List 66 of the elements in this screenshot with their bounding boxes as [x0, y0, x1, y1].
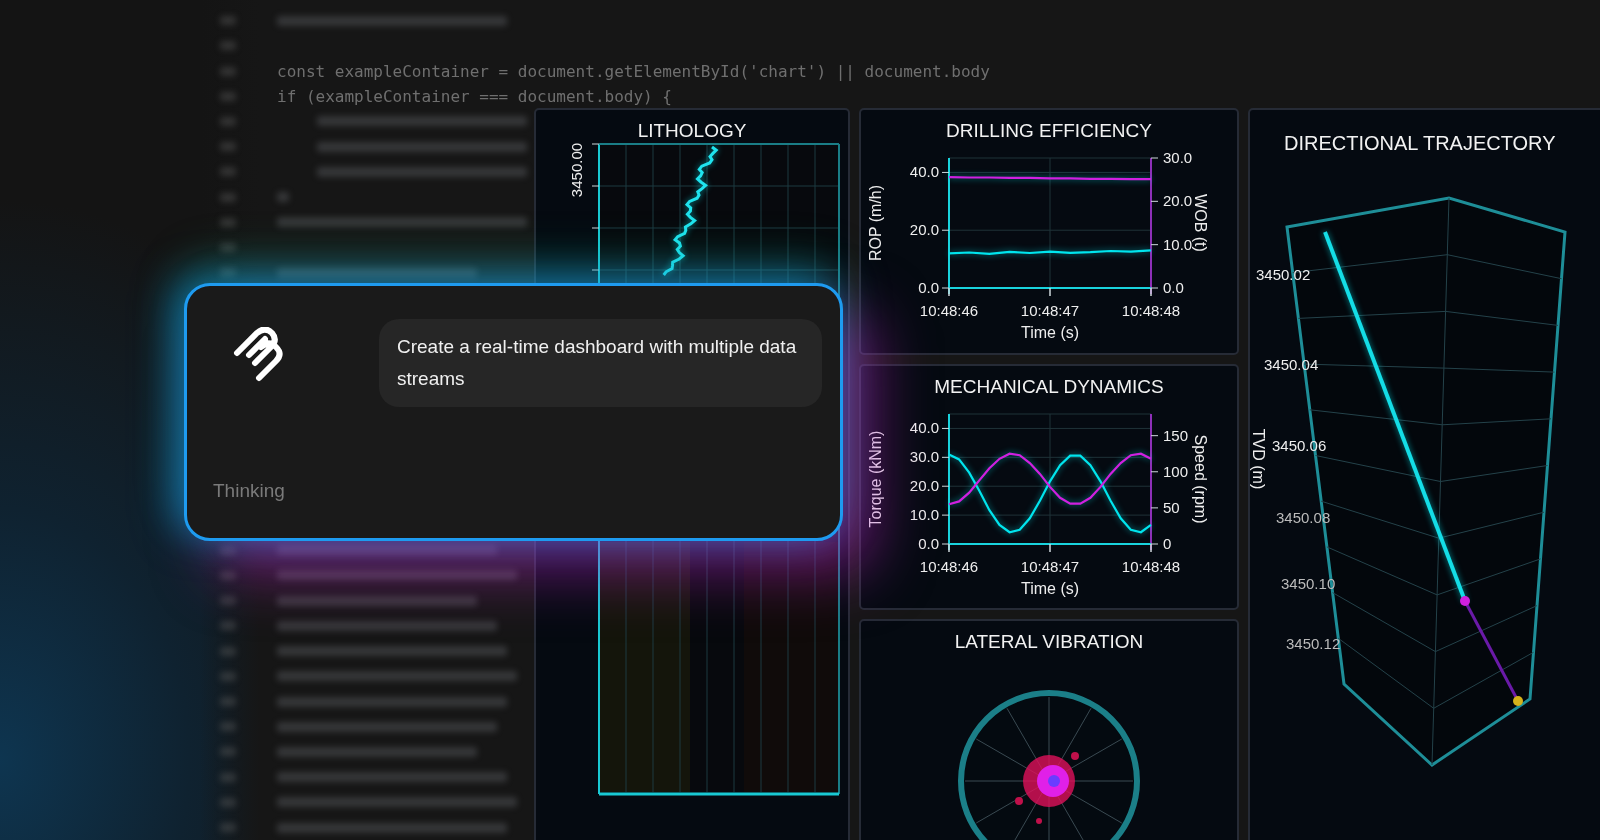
message-bubble: Create a real-time dashboard with multiple data streams — [379, 319, 822, 407]
tick-label: 10:48:46 — [919, 302, 979, 319]
blurred-line-number — [220, 91, 236, 101]
blurred-line-number — [220, 646, 236, 656]
blurred-line-number — [220, 823, 236, 833]
tick-label: 150 — [1163, 426, 1189, 444]
blurred-line-number — [220, 16, 236, 26]
blurred-line-number — [220, 192, 236, 202]
blurred-line-number — [220, 697, 236, 706]
tick-label: 10:48:47 — [1020, 302, 1080, 319]
blurred-line-number — [220, 722, 236, 732]
blurred-line-number — [220, 545, 236, 555]
blurred-line-number — [220, 621, 236, 631]
axis-title: Torque (kNm) — [867, 430, 884, 528]
status-text: Thinking — [213, 480, 286, 502]
axis-title: WOB (t) — [1192, 194, 1209, 252]
panel-title: DIRECTIONAL TRAJECTORY — [1283, 131, 1556, 156]
axis-title: Speed (rpm) — [1192, 434, 1209, 524]
blurred-line-number — [220, 747, 236, 757]
panel-title: LITHOLOGY — [637, 119, 747, 142]
marker-dot — [1460, 596, 1470, 606]
blurred-line-number — [220, 797, 236, 807]
panel-title: DRILLING EFFICIENCY — [946, 119, 1152, 143]
blurred-code-line — [277, 192, 289, 203]
blurred-line-number — [220, 570, 236, 580]
blurred-line-number — [220, 217, 236, 227]
blurred-line-number — [220, 41, 236, 51]
tick-label: 40.0 — [909, 419, 939, 437]
tick-label: 10:48:46 — [919, 558, 979, 575]
tick-label: 20.0 — [1163, 192, 1193, 210]
vibration-scatter — [1015, 752, 1079, 824]
tick-label: 10.0 — [1163, 235, 1193, 253]
axis-title: TVD (m) — [1250, 428, 1267, 490]
tick-label: 10:48:48 — [1121, 302, 1181, 319]
code-line: if (exampleContainer === document.body) { — [277, 86, 672, 106]
code-line: const exampleContainer = document.getElementById('chart') || document.body — [277, 61, 990, 81]
blurred-line-number — [220, 142, 236, 152]
marker-dot — [1513, 696, 1523, 706]
blurred-line-number — [220, 167, 236, 177]
tick-label: 10:48:48 — [1121, 558, 1181, 575]
tick-label: 3450.00 — [568, 142, 585, 198]
blurred-line-number — [220, 671, 236, 681]
tick-label: 3450.02 — [1256, 266, 1311, 283]
tick-label: 10:48:47 — [1020, 558, 1080, 575]
blurred-line-number — [220, 66, 236, 76]
tick-label: 50 — [1163, 498, 1180, 516]
panel-title: MECHANICAL DYNAMICS — [934, 375, 1164, 399]
tick-label: 20.0 — [909, 477, 939, 495]
tick-label: 0.0 — [918, 535, 939, 552]
blurred-line-number — [220, 772, 236, 782]
tick-label: 20.0 — [909, 221, 939, 239]
axis-title: Time (s) — [1020, 580, 1080, 597]
blurred-line-number — [220, 268, 236, 278]
tick-label: 40.0 — [909, 163, 939, 181]
blurred-line-number — [220, 596, 236, 606]
tick-label: 0.0 — [918, 279, 939, 296]
tick-label: 30.0 — [909, 448, 939, 466]
tick-label: 0 — [1163, 535, 1172, 552]
panel-title: LATERAL VIBRATION — [954, 630, 1144, 653]
tick-label: 100 — [1163, 462, 1189, 480]
axis-title: ROP (m/h) — [867, 184, 884, 262]
blurred-line-number — [220, 243, 236, 253]
axis-title: Time (s) — [1020, 324, 1080, 341]
tick-label: 30.0 — [1163, 150, 1193, 166]
tick-label: 10.0 — [909, 506, 939, 524]
tick-label: 0.0 — [1163, 279, 1184, 296]
